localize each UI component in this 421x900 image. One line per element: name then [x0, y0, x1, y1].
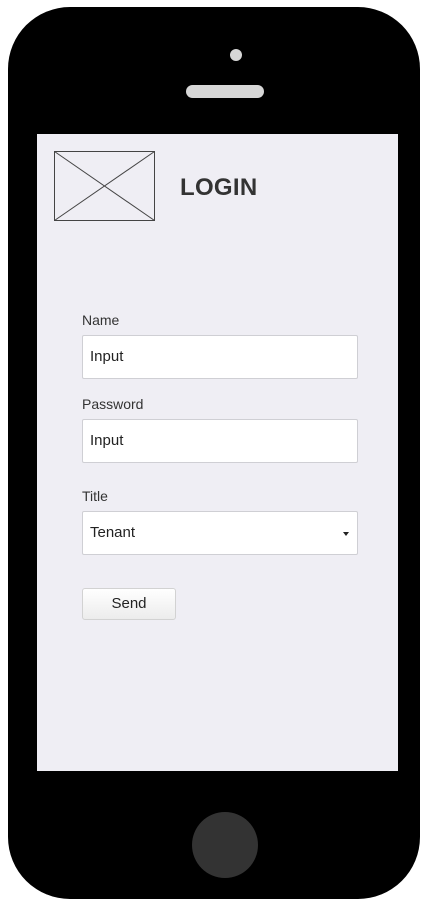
page-title: LOGIN — [180, 174, 258, 201]
home-button[interactable] — [192, 812, 258, 878]
chevron-down-icon — [343, 532, 349, 536]
password-input[interactable]: Input — [82, 419, 358, 463]
name-label: Name — [82, 312, 120, 328]
title-select-value: Tenant — [90, 524, 136, 541]
password-label: Password — [82, 396, 144, 412]
title-select[interactable]: Tenant — [82, 511, 358, 555]
app-screen: LOGIN Name Input Password Input Title Te… — [37, 134, 398, 771]
earpiece-speaker — [186, 85, 264, 98]
title-label: Title — [82, 488, 108, 504]
image-placeholder-icon — [54, 151, 155, 221]
front-camera — [230, 49, 242, 61]
name-input[interactable]: Input — [82, 335, 358, 379]
send-button[interactable]: Send — [82, 588, 176, 620]
